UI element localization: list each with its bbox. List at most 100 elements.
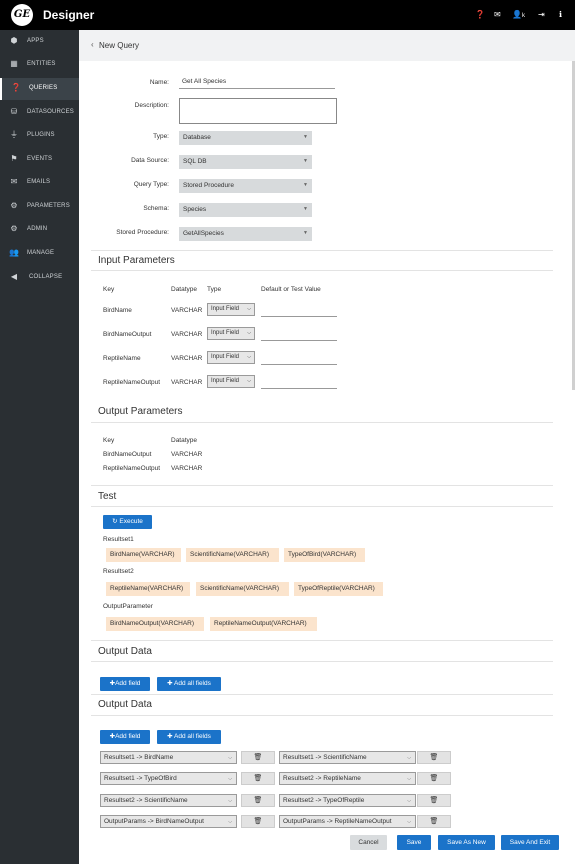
result-chip: TypeOfReptile(VARCHAR) (294, 582, 383, 596)
save-and-exit-button[interactable]: Save And Exit (501, 835, 559, 850)
mapping-value: OutputParams -> BirdNameOutput (104, 818, 204, 825)
output-param-datatype: VARCHAR (171, 451, 203, 458)
param-datatype: VARCHAR (171, 355, 203, 362)
sidebar-item-label: ENTITIES (27, 61, 56, 67)
trash-icon[interactable]: 🗑 (241, 772, 275, 785)
schema-value: Species (183, 206, 207, 213)
schema-select[interactable]: Species ▼ (179, 203, 312, 217)
save-as-new-button[interactable]: Save As New (438, 835, 495, 850)
trash-icon[interactable]: 🗑 (417, 751, 451, 764)
sidebar-item-plugins[interactable]: ⏚ PLUGINS (0, 125, 79, 147)
param-type-select[interactable]: Input Field ⌵ (207, 351, 255, 364)
mapping-select[interactable]: Resultset1 -> TypeOfBird ⌵ (100, 772, 237, 785)
help-icon[interactable]: ❓ (475, 10, 485, 20)
chevron-down-icon: ⌵ (228, 819, 232, 825)
sidebar-item-manage[interactable]: 👥 MANAGE (0, 243, 79, 265)
sidebar-item-label: PLUGINS (27, 132, 55, 138)
param-value-input[interactable] (261, 307, 337, 317)
trash-icon[interactable]: 🗑 (417, 815, 451, 828)
sidebar-item-parameters[interactable]: ⚙ PARAMETERS (0, 196, 79, 218)
param-datatype: VARCHAR (171, 331, 203, 338)
type-label: Type: (153, 133, 169, 140)
col-header-value: Default or Test Value (261, 286, 321, 293)
add-all-fields-button[interactable]: ✚ Add all fields (157, 730, 221, 744)
trash-icon[interactable]: 🗑 (241, 751, 275, 764)
querytype-select[interactable]: Stored Procedure ▼ (179, 179, 312, 193)
trash-icon[interactable]: 🗑 (417, 772, 451, 785)
param-datatype: VARCHAR (171, 379, 203, 386)
output-param-key: ReptileNameOutput (103, 465, 161, 472)
back-arrow-icon[interactable]: ‹ (91, 40, 94, 49)
execute-button[interactable]: ↻ Execute (103, 515, 152, 529)
cancel-button[interactable]: Cancel (350, 835, 387, 850)
mapping-value: Resultset2 -> TypeOfReptile (283, 797, 365, 804)
mapping-value: OutputParams -> ReptileNameOutput (283, 818, 392, 825)
param-key: BirdName (103, 307, 132, 314)
result-chip: BirdName(VARCHAR) (106, 548, 181, 562)
user-icon[interactable]: 👤k (512, 10, 525, 21)
info-icon[interactable]: ℹ (559, 10, 562, 20)
col-header-type: Type (207, 286, 222, 293)
mapping-value: Resultset2 -> ReptileName (283, 775, 361, 782)
mail-icon[interactable]: ✉ (494, 10, 501, 20)
mapping-select[interactable]: Resultset2 -> ScientificName ⌵ (100, 794, 237, 807)
mapping-select[interactable]: OutputParams -> ReptileNameOutput ⌵ (279, 815, 416, 828)
add-field-button[interactable]: ✚Add field (100, 677, 150, 691)
param-value-input[interactable] (261, 355, 337, 365)
procedure-value: GetAllSpecies (183, 230, 224, 237)
param-type-select[interactable]: Input Field ⌵ (207, 327, 255, 340)
col-header-datatype: Datatype (171, 286, 198, 293)
sidebar-item-label: EVENTS (27, 156, 53, 162)
param-value-input[interactable] (261, 331, 337, 341)
param-value-input[interactable] (261, 379, 337, 389)
mapping-select[interactable]: Resultset1 -> ScientificName ⌵ (279, 751, 416, 764)
sidebar-item-apps[interactable]: ⬢ APPS (0, 31, 79, 53)
section-title: Input Parameters (98, 255, 175, 266)
sidebar-item-admin[interactable]: ⚙ ADMIN (0, 219, 79, 241)
mapping-select[interactable]: Resultset2 -> TypeOfReptile ⌵ (279, 794, 416, 807)
col-header-key: Key (103, 286, 115, 293)
ge-logo: GE (11, 4, 33, 26)
output-parameters-section: Output Parameters Key Datatype BirdNameO… (91, 403, 553, 483)
mapping-select[interactable]: Resultset1 -> BirdName ⌵ (100, 751, 237, 764)
sidebar-item-collapse[interactable]: ◀ COLLAPSE (0, 267, 79, 289)
sidebar-item-emails[interactable]: ✉ EMAILS (0, 172, 79, 194)
result-chip: ReptileNameOutput(VARCHAR) (210, 617, 317, 631)
trash-icon[interactable]: 🗑 (417, 794, 451, 807)
sidebar-item-entities[interactable]: ▦ ENTITIES (0, 54, 79, 76)
sidebar-item-events[interactable]: ⚑ EVENTS (0, 149, 79, 171)
save-button[interactable]: Save (397, 835, 431, 850)
result-chip: TypeOfBird(VARCHAR) (284, 548, 365, 562)
caret-down-icon: ▼ (303, 206, 308, 212)
trash-icon[interactable]: 🗑 (241, 794, 275, 807)
sidebar-item-datasources[interactable]: ⛁ DATASOURCES (0, 102, 79, 124)
apps-icon: ⬢ (10, 36, 18, 45)
logout-icon[interactable]: ⇥ (538, 10, 545, 20)
datasource-value: SQL DB (183, 158, 207, 165)
mapping-value: Resultset2 -> ScientificName (104, 797, 188, 804)
sidebar-item-label: ADMIN (27, 226, 48, 232)
name-field[interactable]: Get All Species (179, 78, 335, 89)
type-select[interactable]: Database ▼ (179, 131, 312, 145)
output-data-section: Output Data ✚Add field ✚ Add all fields (91, 640, 553, 695)
mapping-value: Resultset1 -> ScientificName (283, 754, 367, 761)
add-all-fields-button[interactable]: ✚ Add all fields (157, 677, 221, 691)
procedure-select[interactable]: GetAllSpecies ▼ (179, 227, 312, 241)
mapping-select[interactable]: Resultset2 -> ReptileName ⌵ (279, 772, 416, 785)
param-type-select[interactable]: Input Field ⌵ (207, 303, 255, 316)
output-param-key: BirdNameOutput (103, 451, 152, 458)
sidebar-item-queries[interactable]: ❓ QUERIES (0, 78, 79, 100)
description-field[interactable] (179, 98, 337, 124)
add-all-fields-label: Add all fields (174, 680, 211, 687)
add-field-button[interactable]: ✚Add field (100, 730, 150, 744)
breadcrumb-title[interactable]: New Query (99, 41, 139, 50)
trash-icon[interactable]: 🗑 (241, 815, 275, 828)
mapping-select[interactable]: OutputParams -> BirdNameOutput ⌵ (100, 815, 237, 828)
envelope-icon: ✉ (10, 177, 18, 186)
sidebar-item-label: EMAILS (27, 179, 51, 185)
datasource-select[interactable]: SQL DB ▼ (179, 155, 312, 169)
output-param-datatype: VARCHAR (171, 465, 203, 472)
sidebar: ⬢ APPS ▦ ENTITIES ❓ QUERIES ⛁ DATASOURCE… (0, 30, 79, 864)
param-type-select[interactable]: Input Field ⌵ (207, 375, 255, 388)
sidebar-item-label: APPS (27, 38, 44, 44)
